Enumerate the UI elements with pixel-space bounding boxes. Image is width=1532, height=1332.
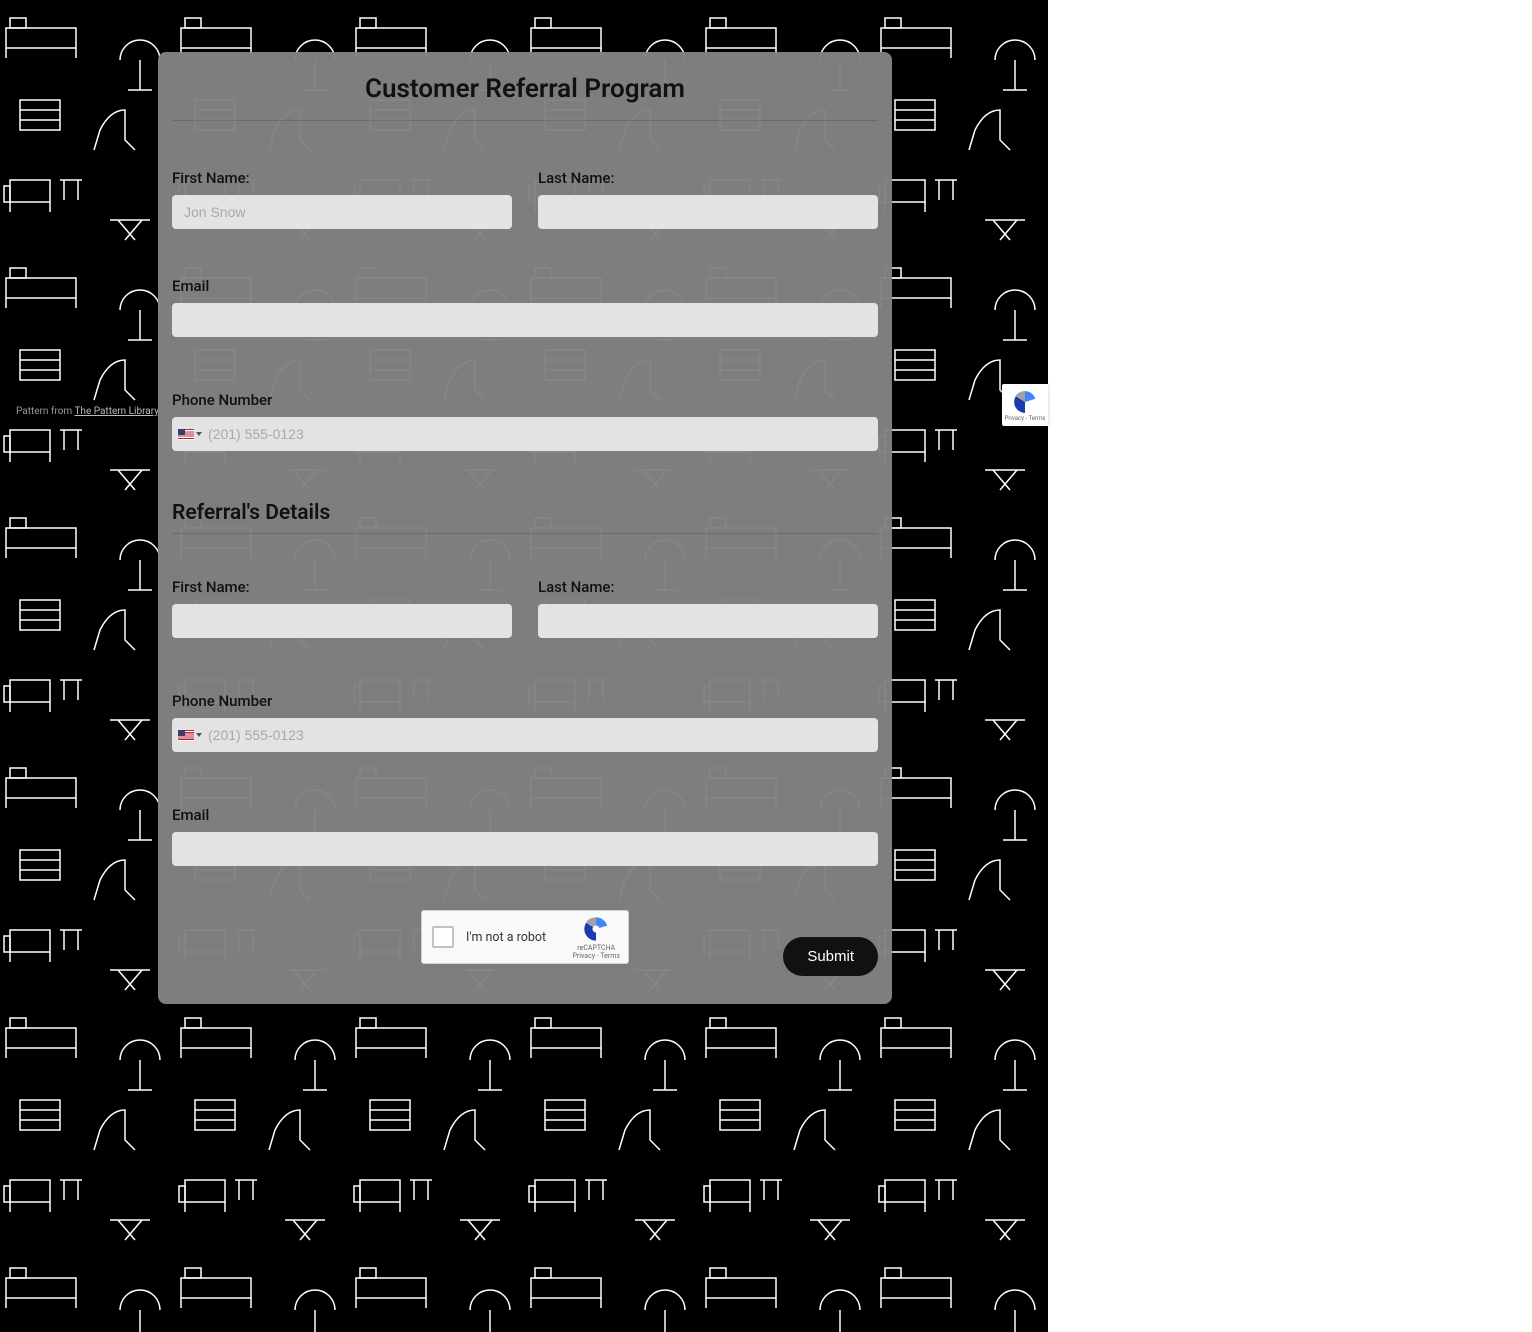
referral-first-name-label: First Name: [172, 578, 512, 596]
customer-phone-label: Phone Number [172, 391, 878, 409]
referral-phone-input[interactable] [202, 718, 878, 752]
customer-phone-country-selector[interactable] [172, 417, 202, 451]
customer-first-name-label: First Name: [172, 169, 512, 187]
recaptcha-legal: Privacy - Terms [572, 952, 620, 960]
white-background-right [1048, 0, 1532, 1332]
customer-phone-input[interactable] [202, 417, 878, 451]
recaptcha-protection-badge[interactable]: Privacy - Terms [1002, 384, 1048, 426]
customer-email-label: Email [172, 277, 878, 295]
customer-last-name-label: Last Name: [538, 169, 878, 187]
referral-last-name-label: Last Name: [538, 578, 878, 596]
recaptcha-checkbox[interactable] [432, 926, 454, 948]
referral-first-name-input[interactable] [172, 604, 512, 638]
referral-phone-country-selector[interactable] [172, 718, 202, 752]
us-flag-icon [178, 429, 194, 440]
pattern-credit-prefix: Pattern from [16, 406, 74, 417]
recaptcha-widget: I'm not a robot reCAPTCHA Privacy - Term… [421, 910, 629, 964]
referral-phone-label: Phone Number [172, 692, 878, 710]
us-flag-icon [178, 730, 194, 741]
recaptcha-badge-legal: Privacy - Terms [1005, 415, 1046, 422]
submit-button[interactable]: Submit [783, 937, 878, 976]
page-title: Customer Referral Program [172, 70, 878, 121]
referral-last-name-input[interactable] [538, 604, 878, 638]
referral-email-input[interactable] [172, 832, 878, 866]
recaptcha-logo-icon [582, 915, 610, 943]
pattern-credit-link[interactable]: The Pattern Library [74, 406, 158, 417]
customer-first-name-input[interactable] [172, 195, 512, 229]
recaptcha-label: I'm not a robot [466, 930, 572, 945]
customer-email-input[interactable] [172, 303, 878, 337]
pattern-credit: Pattern from The Pattern Library [16, 406, 159, 417]
recaptcha-logo-icon [1012, 389, 1038, 415]
recaptcha-brand: reCAPTCHA [577, 944, 615, 952]
referral-form-card: Customer Referral Program First Name: La… [158, 52, 892, 1004]
referral-email-label: Email [172, 806, 878, 824]
referral-section-heading: Referral's Details [172, 501, 878, 534]
customer-last-name-input[interactable] [538, 195, 878, 229]
